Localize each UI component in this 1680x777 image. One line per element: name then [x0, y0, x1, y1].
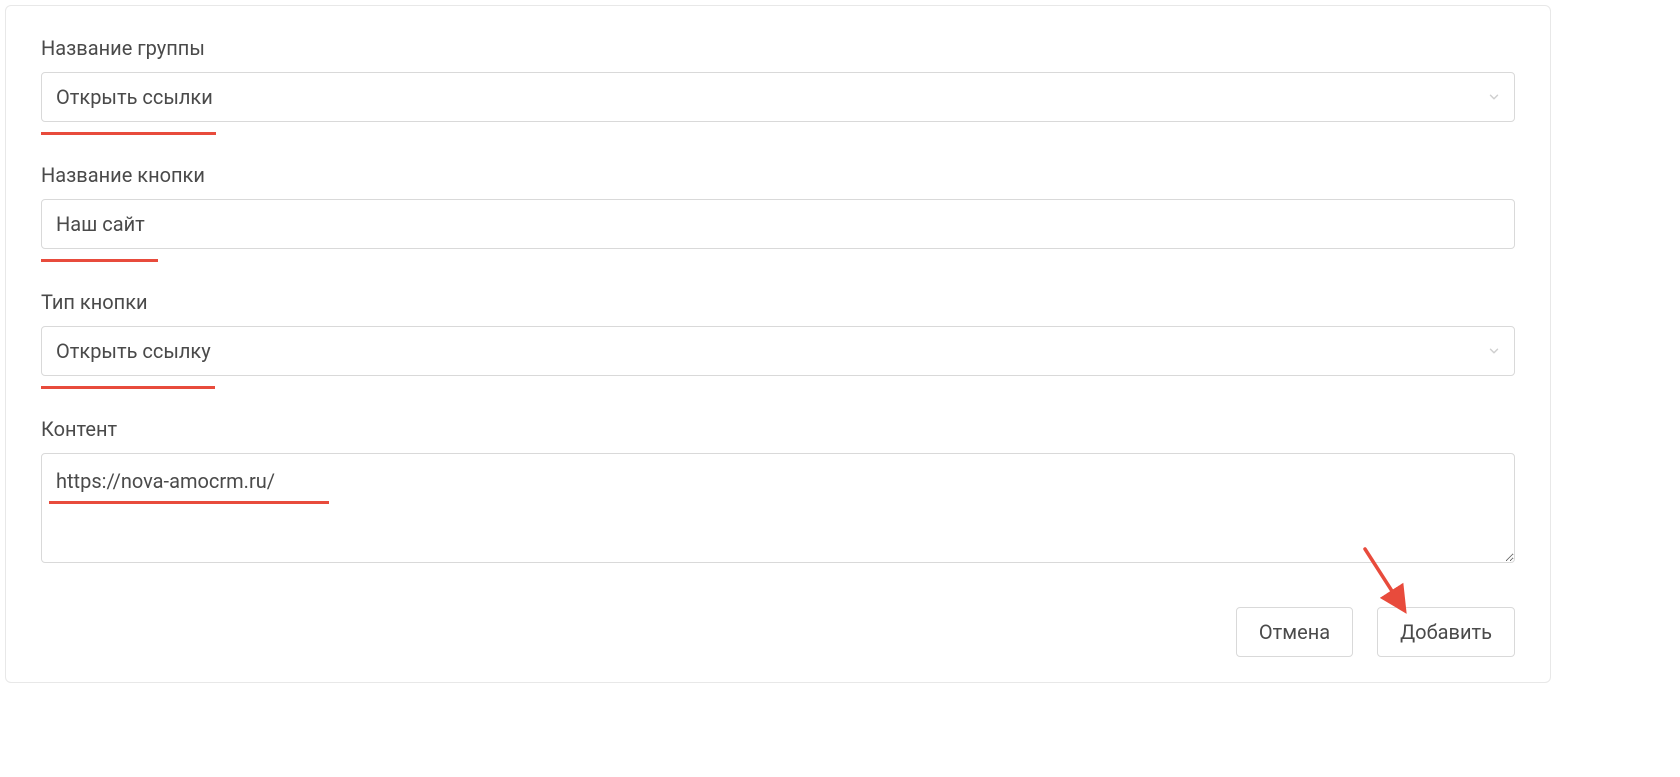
group-name-label: Название группы	[41, 36, 1515, 60]
button-name-label: Название кнопки	[41, 163, 1515, 187]
button-type-field-group: Тип кнопки Открыть ссылку	[41, 290, 1515, 389]
content-textarea-wrap: https://nova-amocrm.ru/	[41, 453, 1515, 567]
group-name-select[interactable]: Открыть ссылки	[41, 72, 1515, 122]
annotation-underline	[41, 386, 215, 389]
action-button-row: Отмена Добавить	[41, 607, 1515, 657]
annotation-underline	[49, 501, 329, 504]
group-name-field-group: Название группы Открыть ссылки	[41, 36, 1515, 135]
cancel-button[interactable]: Отмена	[1236, 607, 1353, 657]
content-field-group: Контент https://nova-amocrm.ru/	[41, 417, 1515, 567]
form-panel: Название группы Открыть ссылки Название …	[5, 5, 1551, 683]
group-name-select-wrap: Открыть ссылки	[41, 72, 1515, 122]
button-type-select[interactable]: Открыть ссылку	[41, 326, 1515, 376]
annotation-underline	[41, 132, 216, 135]
submit-button[interactable]: Добавить	[1377, 607, 1515, 657]
content-textarea[interactable]: https://nova-amocrm.ru/	[41, 453, 1515, 563]
button-type-label: Тип кнопки	[41, 290, 1515, 314]
button-type-select-wrap: Открыть ссылку	[41, 326, 1515, 376]
annotation-underline	[41, 259, 158, 262]
button-name-field-group: Название кнопки	[41, 163, 1515, 262]
content-label: Контент	[41, 417, 1515, 441]
button-name-input[interactable]	[41, 199, 1515, 249]
